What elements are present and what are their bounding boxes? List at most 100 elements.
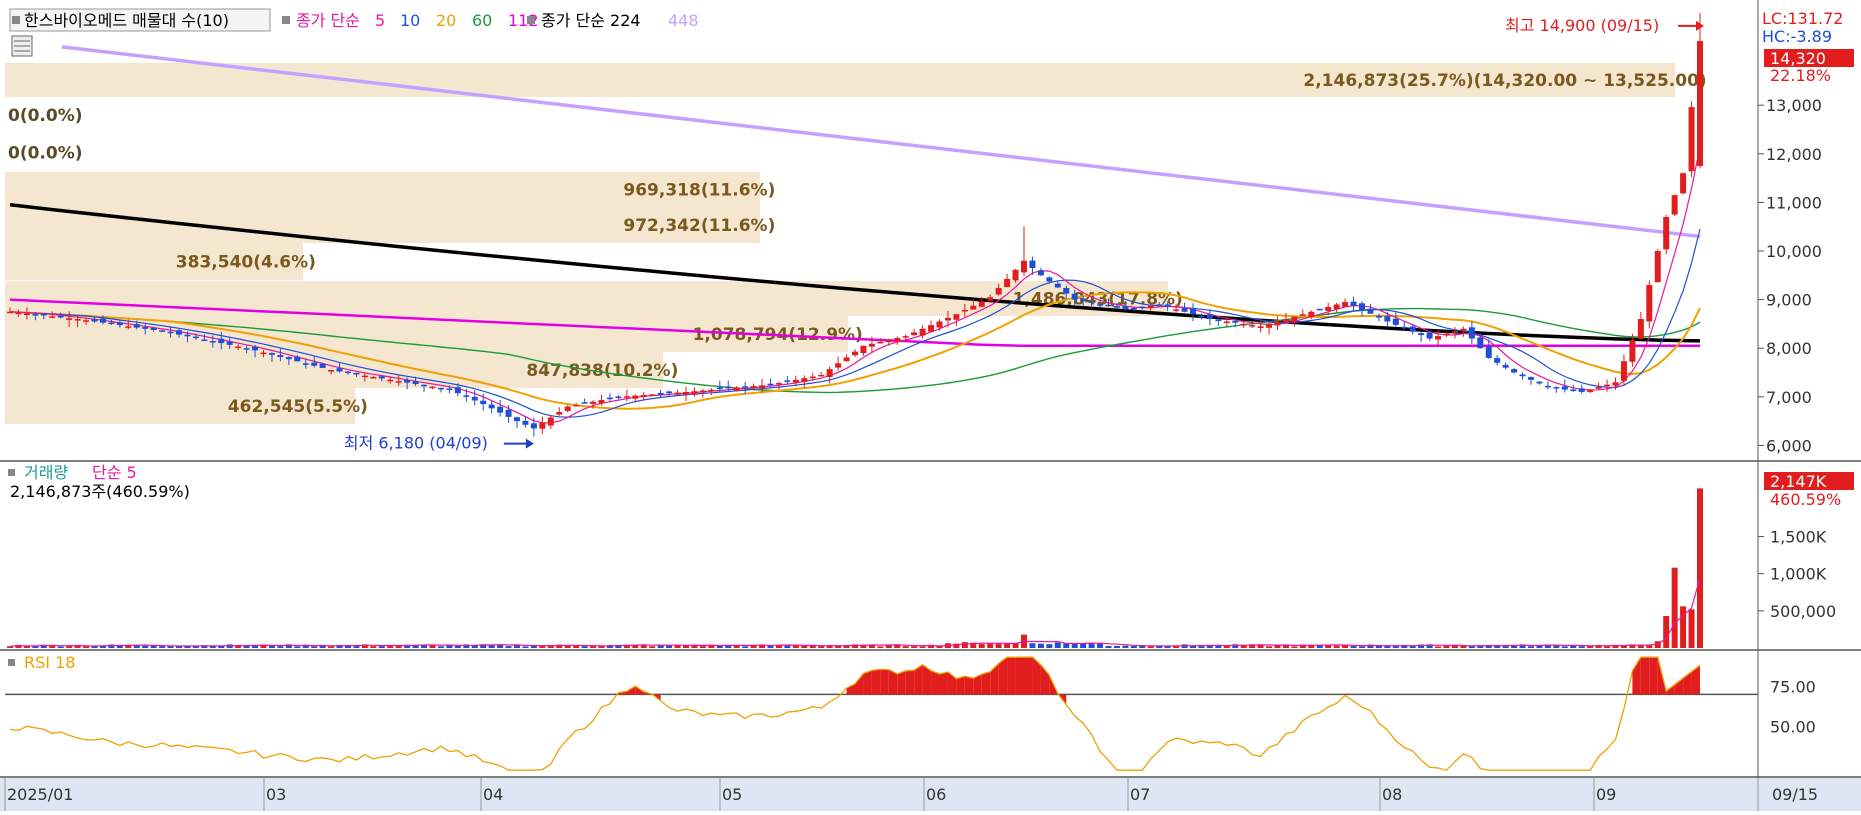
candle-body: [1240, 323, 1247, 326]
y-tick-label: 11,000: [1766, 193, 1822, 212]
ma-period-60: 60: [472, 11, 492, 30]
candle-body: [404, 379, 411, 383]
volume-bar: [699, 646, 706, 648]
candle-body: [1198, 315, 1205, 318]
volume-bar: [1502, 646, 1509, 648]
candle-body: [894, 338, 901, 342]
candle-body: [32, 314, 39, 316]
candle-body: [767, 383, 774, 386]
candle-body: [936, 321, 943, 328]
candle-body: [23, 313, 30, 316]
rsi-overbought-fill: [1024, 657, 1033, 695]
candle-body: [547, 417, 554, 426]
candle-body: [1460, 328, 1467, 331]
volume-bar: [902, 646, 909, 648]
y-tick-label: 7,000: [1766, 388, 1812, 407]
volume-bar: [268, 646, 275, 648]
rsi-overbought-fill: [897, 670, 906, 695]
candle-body: [1620, 361, 1627, 381]
candle-body: [623, 396, 630, 398]
candle-body: [1113, 306, 1120, 308]
candle-body: [1553, 387, 1560, 389]
volume-bar: [294, 646, 301, 648]
candle-body: [725, 386, 732, 389]
candle-body: [1097, 304, 1104, 306]
candle-body: [1342, 302, 1349, 307]
candle-body: [1257, 326, 1264, 329]
volume-bar: [83, 646, 90, 648]
rsi-overbought-fill: [863, 670, 872, 695]
candle-body: [556, 412, 563, 415]
y-tick-label: 6,000: [1766, 436, 1812, 455]
volume-tick-label: 1,000K: [1770, 565, 1827, 584]
volume-summary: 2,146,873주(460.59%): [10, 482, 190, 501]
candle-body: [1206, 314, 1213, 320]
volume-bar: [1604, 646, 1611, 648]
volume-bar: [1460, 645, 1467, 648]
volume-bar: [716, 645, 723, 648]
volume-bar: [1147, 646, 1154, 648]
rsi-overbought-fill: [1649, 657, 1658, 695]
candle-body: [1080, 298, 1087, 302]
candle-body: [311, 362, 318, 366]
chart-svg: 2,146,873(25.7%)(14,320.00 ~ 13,525.00) 0…: [0, 0, 1861, 811]
volume-bar: [1697, 488, 1703, 648]
rsi-overbought-fill: [905, 670, 915, 695]
candle-body: [615, 396, 622, 399]
volume-bar: [573, 645, 580, 648]
volume-bar: [801, 645, 808, 648]
checkbox-icon: [527, 16, 535, 24]
candle-body: [902, 336, 909, 338]
candle-body: [1578, 388, 1585, 392]
candle-body: [294, 356, 301, 362]
candle-body: [1190, 309, 1196, 315]
volume-bar: [936, 646, 943, 648]
low-annotation: 최저 6,180 (04/09): [344, 434, 488, 453]
candle-body: [860, 345, 867, 354]
candle-body: [176, 330, 182, 335]
volume-bar: [581, 646, 588, 648]
candle-body: [1612, 382, 1619, 386]
candle-body: [1587, 389, 1594, 393]
volume-bar: [1528, 646, 1534, 648]
candle-body: [1004, 278, 1011, 288]
x-tick-label: 09: [1596, 785, 1616, 804]
candle-body: [978, 301, 985, 307]
candle-body: [1274, 321, 1281, 326]
candle-body: [953, 314, 960, 320]
candle-body: [1663, 216, 1670, 250]
candle-body: [1519, 374, 1526, 377]
x-tick-label: 06: [926, 785, 946, 804]
volume-bar: [590, 646, 597, 648]
candle-body: [1485, 346, 1492, 358]
candle-body: [1418, 333, 1425, 336]
candle-body: [1122, 306, 1129, 310]
candle-body: [944, 317, 951, 321]
candle-body: [649, 394, 656, 396]
volume-bar: [649, 646, 656, 648]
candle-body: [1105, 304, 1112, 307]
volume-bar: [167, 646, 174, 648]
volume-bar: [978, 644, 985, 648]
candle-body: [345, 371, 351, 374]
volume-bar: [150, 645, 157, 648]
volume-bar: [328, 646, 335, 648]
candle-body: [252, 346, 259, 351]
candle-body: [353, 372, 360, 375]
volume-bar: [1223, 645, 1230, 648]
volume-bar: [1156, 646, 1163, 648]
candle-body: [99, 318, 106, 323]
candle-body: [877, 341, 884, 344]
candle-body: [759, 385, 766, 389]
volume-profile-label: 847,838(10.2%): [526, 361, 678, 381]
ma-label: 종가 단순: [296, 11, 360, 30]
volume-bar: [1240, 645, 1247, 648]
candle-body: [598, 400, 605, 404]
volume-bar: [1130, 645, 1137, 648]
volume-title: 거래량: [24, 463, 68, 482]
candle-body: [184, 334, 191, 337]
candle-body: [209, 341, 216, 343]
candle-body: [1654, 251, 1661, 283]
candle-body: [49, 316, 56, 318]
candle-body: [1375, 315, 1382, 318]
